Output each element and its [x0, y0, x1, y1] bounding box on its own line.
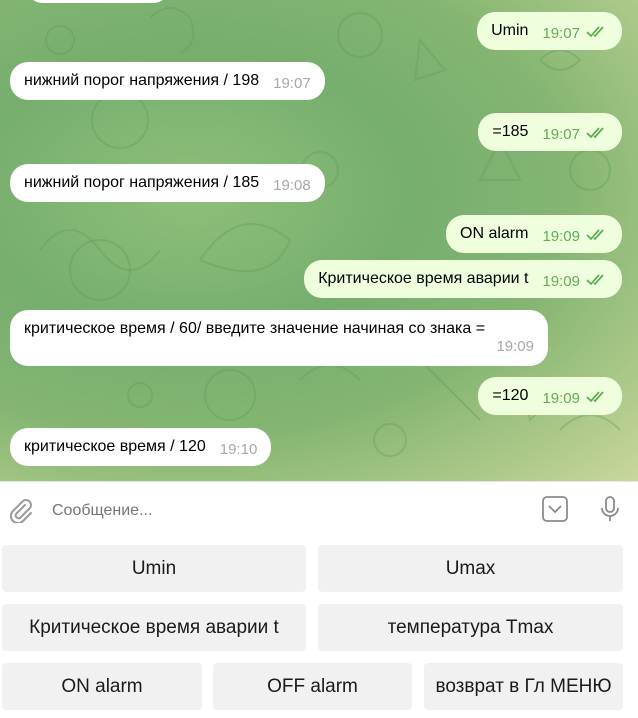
message-time: 19:09	[542, 273, 580, 290]
attach-button[interactable]	[6, 496, 34, 524]
voice-record-button[interactable]	[596, 494, 624, 524]
message-incoming[interactable]: нижний порог напряжения / 185 19:08	[10, 164, 325, 202]
message-incoming[interactable]: критическое время / 60/ введите значение…	[10, 310, 548, 366]
double-check-icon	[586, 274, 604, 286]
message-incoming[interactable]: нижний порог напряжения / 198 19:07	[10, 62, 325, 100]
keyboard-button-off-alarm[interactable]: OFF alarm	[213, 663, 412, 710]
message-time: 19:07	[542, 25, 580, 42]
double-check-icon	[586, 26, 604, 38]
keyboard-button-umax[interactable]: Umax	[318, 545, 623, 592]
message-time: 19:08	[273, 177, 311, 194]
message-time: 19:09	[542, 390, 580, 407]
paperclip-icon	[9, 499, 32, 523]
message-text: нижний порог напряжения / 198	[24, 72, 260, 89]
message-input-bar	[0, 481, 638, 538]
keyboard-chevron-icon	[542, 496, 568, 522]
message-time: 19:09	[496, 338, 534, 355]
message-outgoing[interactable]: =120 19:09	[478, 377, 622, 415]
message-incoming[interactable]: критическое время / 120 19:10	[10, 428, 272, 466]
message-text: критическое время / 120	[24, 438, 206, 455]
message-time: 19:10	[219, 441, 258, 458]
message-outgoing[interactable]: =185 19:07	[478, 113, 622, 151]
message-text: ON alarm	[460, 225, 529, 242]
message-outgoing[interactable]: Критическое время аварии t 19:09	[304, 260, 622, 298]
keyboard-button-on-alarm[interactable]: ON alarm	[2, 663, 202, 710]
message-time: 19:07	[542, 126, 580, 143]
message-text: =120	[492, 387, 529, 404]
message-outgoing[interactable]: ON alarm 19:09	[446, 215, 622, 253]
message-text: Критическое время аварии t	[318, 270, 529, 287]
message-outgoing[interactable]: Umin 19:07	[477, 12, 622, 50]
message-input[interactable]	[50, 496, 524, 526]
message-text: нижний порог напряжения / 185	[24, 174, 260, 191]
bot-keyboard-toggle[interactable]	[540, 494, 570, 524]
message-time: 19:07	[273, 75, 311, 92]
message-time: 19:09	[542, 228, 580, 245]
bot-reply-keyboard: Umin Umax Критическое время аварии t тем…	[0, 537, 638, 718]
previous-message-fragment	[28, 0, 168, 3]
message-text: критическое время / 60/ введите значение…	[24, 320, 486, 337]
double-check-icon	[586, 127, 604, 139]
keyboard-button-critical-time[interactable]: Критическое время аварии t	[2, 604, 306, 651]
double-check-icon	[586, 229, 604, 241]
double-check-icon	[586, 391, 604, 403]
chat-area: Umin 19:07 нижний порог напряжения / 198 1…	[0, 0, 638, 481]
keyboard-button-main-menu[interactable]: возврат в Гл МЕНЮ	[424, 663, 623, 710]
message-text: =185	[492, 123, 529, 140]
microphone-icon	[601, 496, 619, 521]
keyboard-button-temperature-tmax[interactable]: температура Tmax	[318, 604, 623, 651]
message-text: Umin	[491, 22, 529, 39]
keyboard-button-umin[interactable]: Umin	[2, 545, 306, 592]
